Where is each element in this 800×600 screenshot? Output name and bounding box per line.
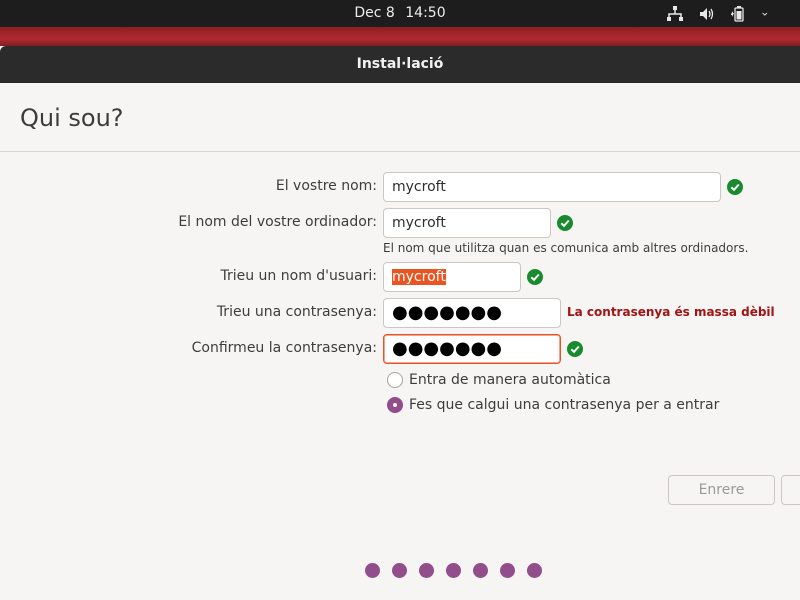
login-password-label: Fes que calgui una contrasenya per a ent… bbox=[409, 397, 720, 413]
password-field[interactable]: ●●●●●●● bbox=[383, 298, 561, 328]
computer-name-label: El nom del vostre ordinador: bbox=[178, 214, 377, 230]
progress-indicator bbox=[365, 563, 542, 578]
progress-dot bbox=[392, 563, 407, 578]
computer-name-valid-check-icon bbox=[557, 215, 573, 231]
page-title: Qui sou? bbox=[20, 104, 124, 132]
password-strength-warning: La contrasenya és massa dèbil bbox=[567, 305, 775, 319]
system-tray[interactable] bbox=[666, 4, 772, 24]
name-field[interactable]: mycroft bbox=[383, 172, 721, 202]
computer-name-hint: El nom que utilitza quan es comunica amb… bbox=[383, 241, 749, 255]
system-menu-chevron-icon bbox=[762, 12, 768, 16]
title-divider bbox=[0, 151, 800, 152]
computer-name-field[interactable]: mycroft bbox=[383, 208, 551, 238]
network-icon bbox=[667, 6, 683, 21]
installer-window: Instal·lació Qui sou? El vostre nom: myc… bbox=[0, 46, 800, 600]
name-label: El vostre nom: bbox=[275, 178, 377, 194]
progress-dot bbox=[365, 563, 380, 578]
confirm-password-label: Confirmeu la contrasenya: bbox=[191, 340, 377, 356]
progress-dot bbox=[527, 563, 542, 578]
top-bar: Dec 8 14:50 bbox=[0, 0, 800, 27]
login-automatic-label: Entra de manera automàtica bbox=[409, 372, 611, 388]
login-password-option[interactable]: Fes que calgui una contrasenya per a ent… bbox=[387, 397, 719, 413]
login-password-radio[interactable] bbox=[387, 397, 403, 413]
username-label: Trieu un nom d'usuari: bbox=[220, 268, 377, 284]
progress-dot bbox=[500, 563, 515, 578]
back-button[interactable]: Enrere bbox=[668, 475, 775, 505]
username-field[interactable]: mycroft bbox=[383, 262, 521, 292]
desktop-background bbox=[0, 27, 800, 47]
volume-icon bbox=[700, 8, 714, 20]
clock-time: 14:50 bbox=[405, 5, 446, 21]
confirm-password-field[interactable]: ●●●●●●● bbox=[383, 334, 561, 364]
login-automatic-option[interactable]: Entra de manera automàtica bbox=[387, 372, 611, 388]
window-title: Instal·lació bbox=[0, 46, 800, 83]
name-valid-check-icon bbox=[727, 179, 743, 195]
username-selected-text: mycroft bbox=[392, 269, 446, 285]
progress-dot bbox=[446, 563, 461, 578]
login-automatic-radio[interactable] bbox=[387, 372, 403, 388]
continue-button[interactable] bbox=[781, 475, 800, 505]
password-label: Trieu una contrasenya: bbox=[216, 304, 377, 320]
confirm-password-valid-check-icon bbox=[567, 341, 583, 357]
progress-dot bbox=[419, 563, 434, 578]
battery-icon bbox=[731, 6, 744, 22]
progress-dot bbox=[473, 563, 488, 578]
username-valid-check-icon bbox=[527, 269, 543, 285]
clock-date: Dec 8 bbox=[354, 5, 395, 21]
